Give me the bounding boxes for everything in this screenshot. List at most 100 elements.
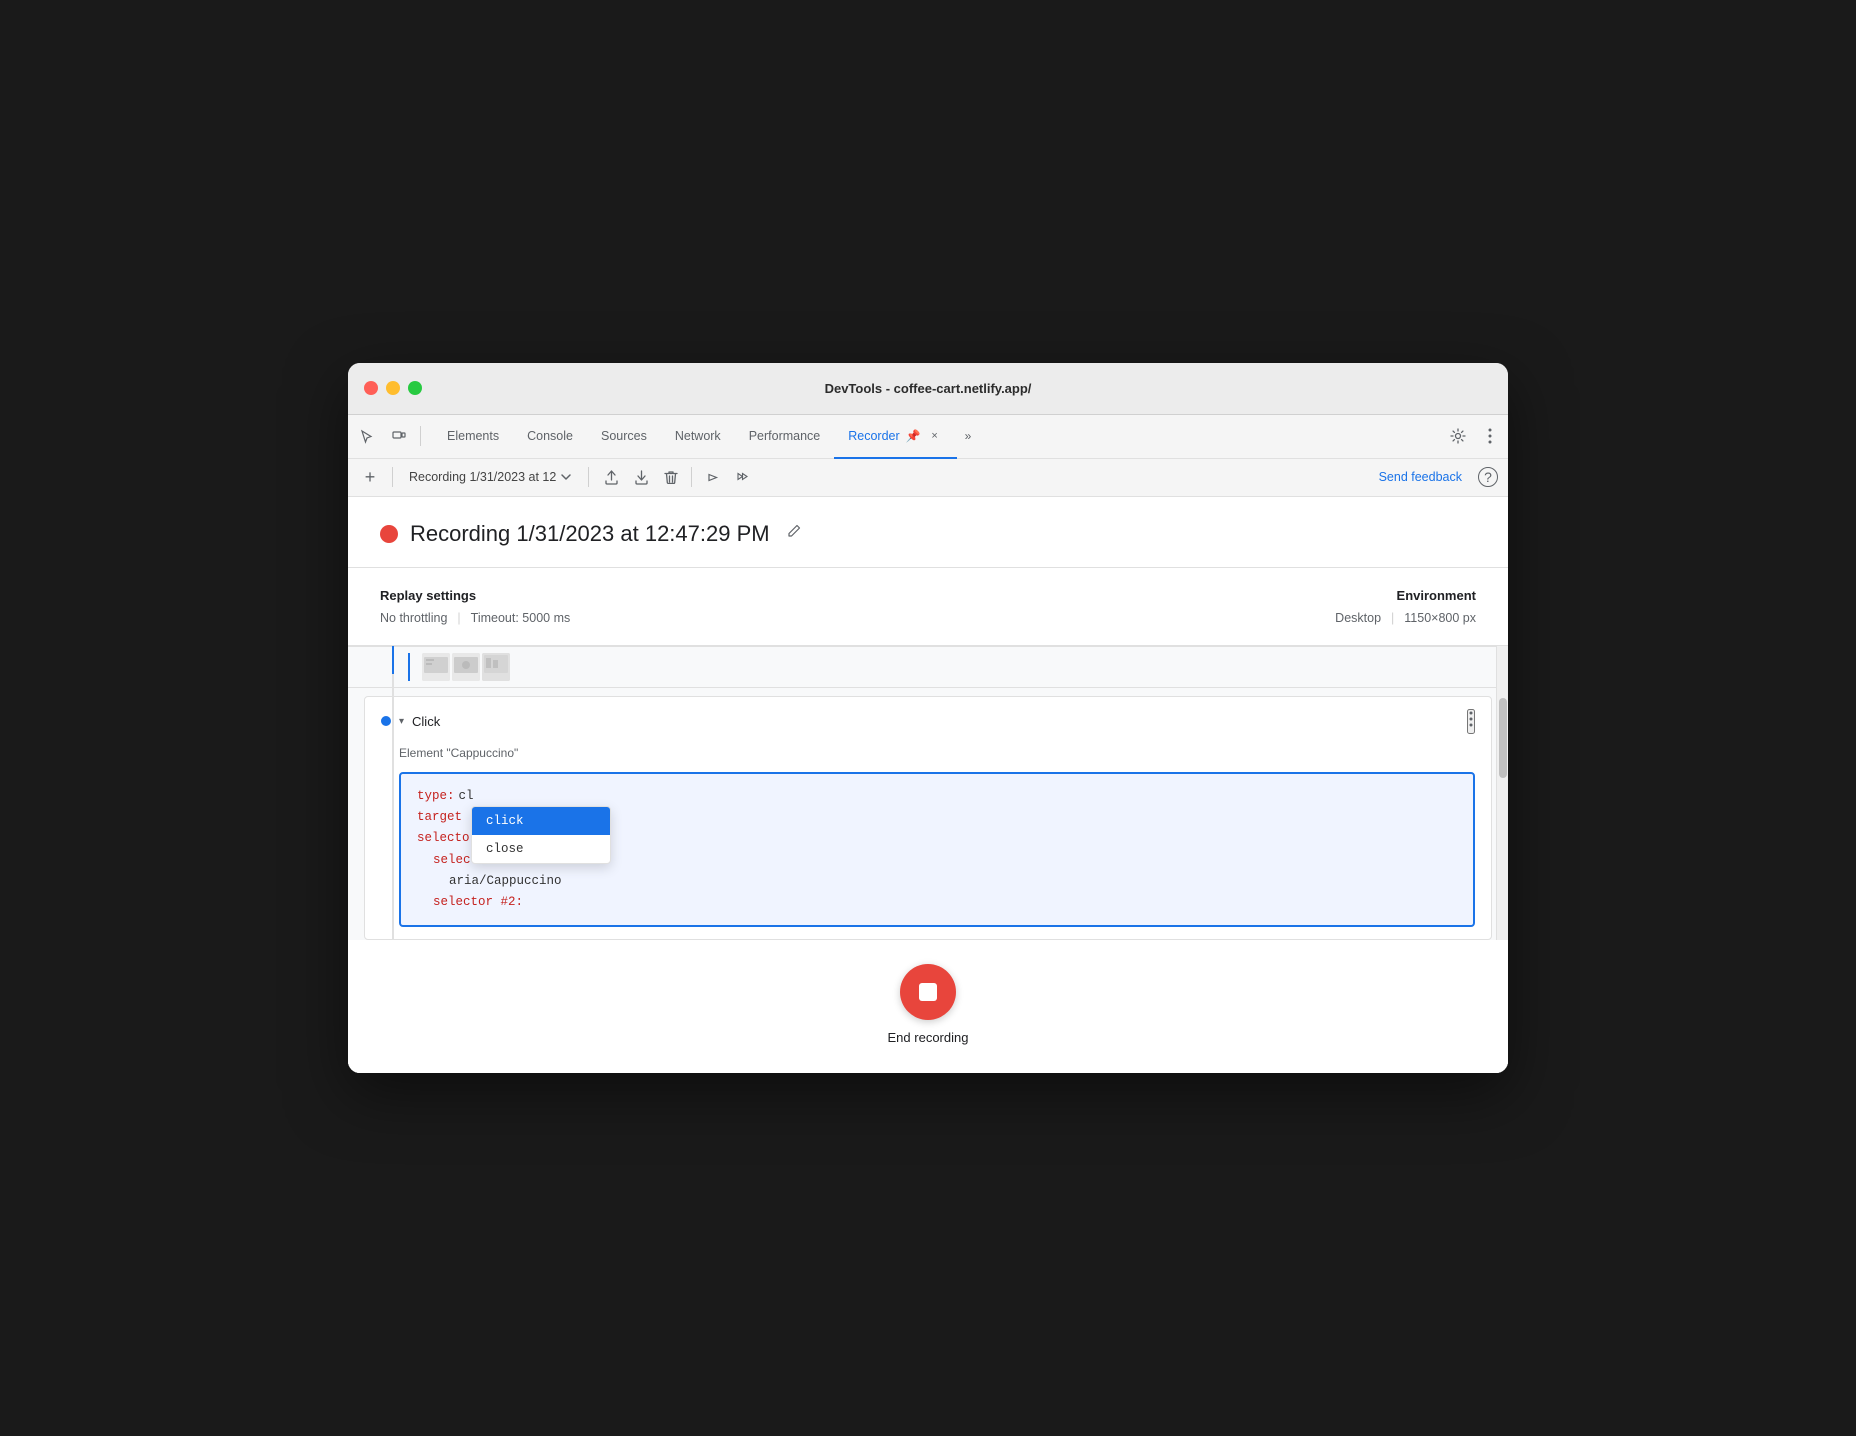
replay-all-icon: [735, 470, 750, 485]
autocomplete-dropdown: click close: [471, 806, 611, 864]
traffic-lights: [364, 381, 422, 395]
selector2-key: selector #2:: [433, 892, 523, 913]
settings-row: Replay settings No throttling | Timeout:…: [348, 568, 1508, 645]
thumb-3: [482, 653, 510, 681]
preview-timeline: [408, 653, 410, 681]
step-indicator-dot: [381, 716, 391, 726]
selector1-value: aria/Cappuccino: [449, 871, 562, 892]
delete-icon: [664, 470, 678, 485]
delete-recording-button[interactable]: [657, 463, 685, 491]
devtools-content: Elements Console Sources Network Perform…: [348, 415, 1508, 1074]
window-title: DevTools - coffee-cart.netlify.app/: [825, 381, 1032, 396]
recording-indicator-dot: [380, 525, 398, 543]
recorder-tab-label: Recorder: [848, 429, 899, 443]
add-recording-button[interactable]: +: [356, 463, 384, 491]
recording-selector[interactable]: Recording 1/31/2023 at 12: [401, 466, 580, 488]
tab-console[interactable]: Console: [513, 415, 587, 459]
autocomplete-item-click[interactable]: click: [472, 807, 610, 835]
toolbar-right: Send feedback ?: [1373, 465, 1500, 489]
step-more-button[interactable]: [1467, 709, 1475, 734]
replay-all-button[interactable]: [728, 463, 756, 491]
recording-title: Recording 1/31/2023 at 12:47:29 PM: [410, 521, 770, 547]
tab-divider: [420, 426, 421, 446]
end-recording-label: End recording: [888, 1030, 969, 1045]
tab-performance[interactable]: Performance: [735, 415, 835, 459]
thumb-1: [422, 653, 450, 681]
scrollbar-track: [1496, 646, 1508, 941]
recording-header: Recording 1/31/2023 at 12:47:29 PM: [348, 497, 1508, 568]
autocomplete-item-close[interactable]: close: [472, 835, 610, 863]
more-options-icon-button[interactable]: [1476, 422, 1504, 450]
step-click: ▾ Click Element "Cappuccino": [364, 696, 1492, 941]
step-name: Click: [412, 714, 440, 729]
replay-button[interactable]: [698, 463, 726, 491]
help-button[interactable]: ?: [1476, 465, 1500, 489]
titlebar: DevTools - coffee-cart.netlify.app/: [348, 363, 1508, 415]
throttling-value: No throttling: [380, 611, 447, 625]
step-description: Element "Cappuccino": [365, 746, 1491, 764]
device-icon: [391, 429, 406, 444]
main-content: Recording 1/31/2023 at 12:47:29 PM Repla…: [348, 497, 1508, 1074]
more-vert-icon: [1488, 428, 1492, 444]
code-line-selector2: selector #2:: [417, 892, 1457, 913]
tab-network[interactable]: Network: [661, 415, 735, 459]
devtools-window: DevTools - coffee-cart.netlify.app/: [348, 363, 1508, 1074]
replay-icon: [705, 470, 720, 485]
step-expand-icon[interactable]: ▾: [399, 716, 404, 727]
edit-title-icon[interactable]: [786, 523, 802, 544]
environment-values: Desktop | 1150×800 px: [1335, 611, 1476, 625]
recorder-toolbar: + Recording 1/31/2023 at 12: [348, 459, 1508, 497]
recorder-pin-icon: 📌: [906, 429, 921, 443]
toolbar-actions: [597, 463, 756, 491]
preview-thumbnails: [348, 646, 1508, 688]
env-type: Desktop: [1335, 611, 1381, 625]
import-button[interactable]: [627, 463, 655, 491]
step-header: ▾ Click: [365, 697, 1491, 746]
tab-recorder[interactable]: Recorder 📌 ×: [834, 415, 956, 459]
tabs-bar: Elements Console Sources Network Perform…: [348, 415, 1508, 459]
code-line-type: type: cl: [417, 786, 1457, 807]
toolbar-divider-3: [691, 467, 692, 487]
target-key: target: [417, 807, 462, 828]
cursor-icon-button[interactable]: [352, 422, 380, 450]
minimize-button[interactable]: [386, 381, 400, 395]
recorder-tab-close-button[interactable]: ×: [927, 428, 943, 444]
timeline-active-line: [392, 646, 394, 674]
type-key: type:: [417, 786, 455, 807]
chevron-down-icon: [560, 471, 572, 483]
scrollbar-thumb[interactable]: [1499, 698, 1507, 778]
import-icon: [634, 470, 649, 485]
code-line-selector1-value: aria/Cappuccino: [417, 871, 1457, 892]
toolbar-divider-2: [588, 467, 589, 487]
tab-sources[interactable]: Sources: [587, 415, 661, 459]
step-more-vert-icon: [1469, 711, 1473, 727]
env-size: 1150×800 px: [1404, 611, 1476, 625]
device-toolbar-icon-button[interactable]: [384, 422, 412, 450]
cursor-icon: [359, 429, 374, 444]
replay-settings-section: Replay settings No throttling | Timeout:…: [380, 588, 570, 625]
send-feedback-button[interactable]: Send feedback: [1373, 466, 1468, 488]
timeline-line: [392, 646, 394, 941]
stop-icon: [919, 983, 937, 1001]
toolbar-divider-1: [392, 467, 393, 487]
more-tabs-button[interactable]: »: [957, 429, 980, 443]
env-separator: |: [1391, 611, 1394, 625]
close-button[interactable]: [364, 381, 378, 395]
environment-heading: Environment: [1335, 588, 1476, 603]
replay-settings-heading: Replay settings: [380, 588, 570, 603]
environment-section: Environment Desktop | 1150×800 px: [1335, 588, 1476, 625]
toolbar-icons: [352, 422, 425, 450]
export-icon: [604, 470, 619, 485]
settings-icon-button[interactable]: [1444, 422, 1472, 450]
code-editor: type: cl target selectors: selector #1:: [399, 772, 1475, 928]
end-recording-button[interactable]: [900, 964, 956, 1020]
steps-area: ▾ Click Element "Cappuccino": [348, 645, 1508, 941]
end-recording-area: End recording: [348, 940, 1508, 1073]
type-value: cl: [459, 786, 474, 807]
thumbnail-strip: [422, 653, 510, 681]
thumb-2: [452, 653, 480, 681]
maximize-button[interactable]: [408, 381, 422, 395]
replay-settings-values: No throttling | Timeout: 5000 ms: [380, 611, 570, 625]
export-button[interactable]: [597, 463, 625, 491]
tab-elements[interactable]: Elements: [433, 415, 513, 459]
